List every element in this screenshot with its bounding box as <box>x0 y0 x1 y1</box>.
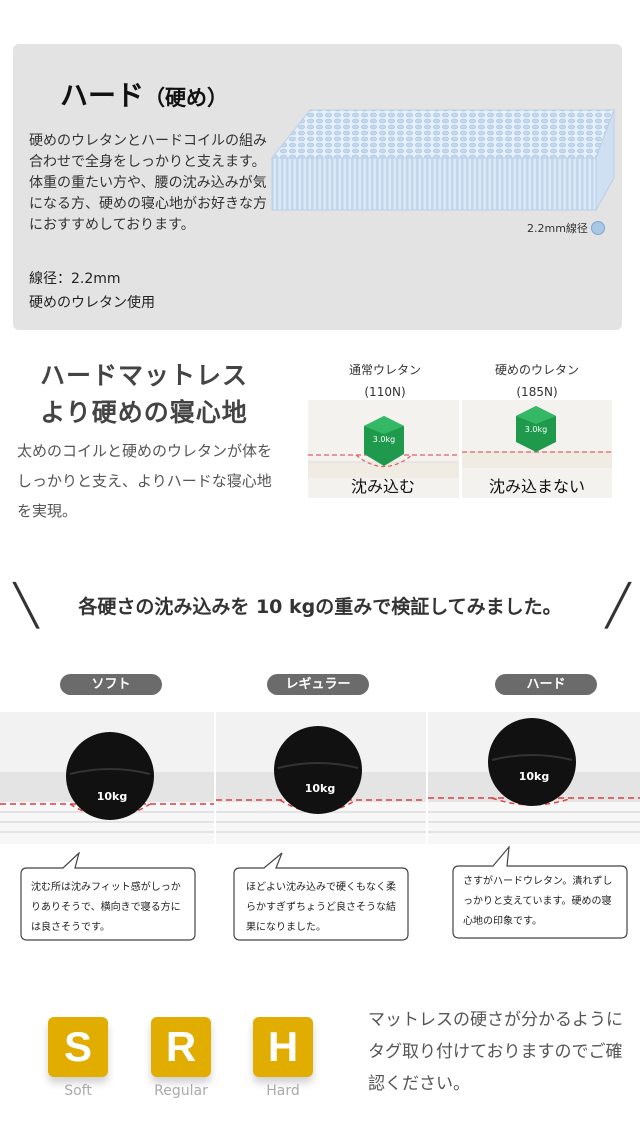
hard-description: 硬めのウレタンとハードコイルの組み合わせで全身をしっかりと支えます。体重の重たい… <box>29 133 267 233</box>
regular-comment: ほどよい沈み込みで硬くもなく柔らかすぎずちょうど良さそうな結果になりました。 <box>246 882 396 933</box>
test-heading: 各硬さの沈み込みを 10 kgの重みで検証してみました。 <box>78 596 562 618</box>
hard-mattress-title-line2: より硬めの寝心地 <box>40 398 248 427</box>
hard-urethane-caption: 沈み込まない <box>488 477 585 496</box>
wire-gauge-marker <box>591 221 605 235</box>
wire-gauge-spec: 線径：2.2mm <box>29 271 121 287</box>
dumbbell-weight-label: 3.0kg <box>373 435 395 444</box>
soft-comment: 沈む所は沈みフィット感がしっかりありそうで、横向きで寝る方には良さそうです。 <box>31 882 181 933</box>
urethane-spec: 硬めのウレタン使用 <box>29 295 155 311</box>
hard-mattress-title-line1: ハードマットレス <box>39 361 248 390</box>
soft-comment-bubble: 沈む所は沈みフィット感がしっかりありそうで、横向きで寝る方には良さそうです。 <box>19 852 197 942</box>
tag-regular-icon: R <box>151 1017 211 1077</box>
tag-note: マットレスの硬さが分かるようにタグ取り付けておりますのでご確認ください。 <box>368 1010 623 1094</box>
hard-title-main: ハード <box>60 79 145 112</box>
hard-title: ハード（硬め） <box>60 74 228 114</box>
dumbbell-weight-label: 3.0kg <box>525 425 547 434</box>
tag-soft-icon: S <box>48 1017 108 1077</box>
tag-soft-label: Soft <box>64 1083 92 1099</box>
tag-hard-label: Hard <box>266 1083 300 1099</box>
normal-urethane-label: 通常ウレタン <box>348 363 421 377</box>
normal-urethane-value: (110N) <box>364 385 406 399</box>
pocket-coil-illustration <box>270 109 615 212</box>
hard-mattress-description: 太めのコイルと硬めのウレタンが体をしっかりと支え、よりハードな寝心地を実現。 <box>17 442 273 520</box>
hard-title-sub: （硬め） <box>144 86 229 110</box>
hard-comment: さすがハードウレタン。潰れずしっかりと支えています。硬めの寝心地の印象です。 <box>463 876 613 927</box>
regular-pill: レギュラー <box>267 674 369 695</box>
hard-pill: ハード <box>495 674 597 695</box>
heading-slash-left: ╲ <box>14 583 39 629</box>
soft-pill: ソフト <box>60 674 162 695</box>
normal-urethane-caption: 沈み込む <box>350 477 415 496</box>
wire-gauge-label: 2.2mm線径 <box>527 222 588 235</box>
heading-slash-right: ╱ <box>606 583 631 629</box>
hard-comment-bubble: さすがハードウレタン。潰れずしっかりと支えています。硬めの寝心地の印象です。 <box>451 846 629 940</box>
ball-weight-label: 10kg <box>97 790 128 803</box>
tag-hard-icon: H <box>253 1017 313 1077</box>
ball-weight-label: 10kg <box>305 782 336 795</box>
hard-urethane-label: 硬めのウレタン <box>494 363 579 377</box>
hard-test-photo: 10kg <box>428 712 640 844</box>
soft-test-photo: 10kg <box>0 712 214 844</box>
ball-weight-label: 10kg <box>519 770 550 783</box>
regular-test-photo: 10kg <box>216 712 426 844</box>
regular-comment-bubble: ほどよい沈み込みで硬くもなく柔らかすぎずちょうど良さそうな結果になりました。 <box>232 852 410 942</box>
hard-urethane-value: (185N) <box>516 385 558 399</box>
tag-regular-label: Regular <box>154 1083 208 1099</box>
